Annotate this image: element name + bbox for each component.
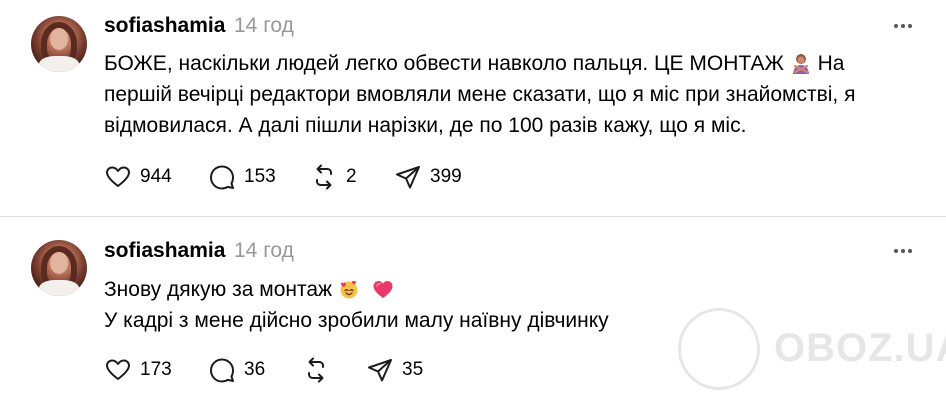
username[interactable]: sofiashamia [104, 14, 225, 38]
share-count: 399 [430, 166, 462, 187]
more-dots-icon[interactable] [891, 14, 915, 38]
comment-count: 36 [244, 359, 266, 380]
post-time: 14 год [234, 239, 294, 262]
heart-icon [106, 359, 130, 380]
like-button[interactable]: 944 [104, 163, 172, 191]
threads-feed: sofiashamia 14 год БОЖЕ, наскільки людей… [0, 0, 946, 408]
heart-icon [106, 166, 130, 187]
post-time: 14 год [234, 14, 294, 37]
post-text-line: першій вечірці редактори вмовляли мене с… [104, 83, 856, 106]
comment-bubble-icon [210, 358, 234, 383]
watermark-logo-icon [678, 308, 760, 390]
share-button[interactable]: 35 [366, 356, 423, 384]
post: sofiashamia 14 год БОЖЕ, наскільки людей… [0, 0, 946, 217]
post-text-line: відмовилася. А далі пішли нарізки, де по… [104, 114, 747, 137]
avatar[interactable] [31, 240, 87, 296]
send-icon [368, 359, 392, 382]
post-text: БОЖЕ, наскільки людей легко обвести навк… [104, 48, 904, 141]
comment-button[interactable]: 153 [208, 163, 276, 191]
share-count: 35 [402, 359, 424, 380]
repost-button[interactable]: 2 [310, 163, 357, 191]
comment-bubble-icon [210, 165, 234, 190]
post-text-line: БОЖЕ, наскільки людей легко обвести навк… [104, 52, 845, 75]
repost-count: 2 [346, 166, 357, 187]
post-divider [0, 216, 946, 217]
avatar[interactable] [31, 16, 87, 72]
like-count: 173 [140, 359, 172, 380]
heart-emoji [373, 281, 393, 298]
repost-icon [316, 164, 332, 190]
person-gesturing-no-emoji [792, 54, 809, 74]
repost-icon [308, 357, 324, 383]
share-button[interactable]: 399 [394, 163, 462, 191]
like-count: 944 [140, 166, 172, 187]
send-icon [396, 166, 420, 189]
post-text-line: Знову дякую за монтаж [104, 274, 904, 305]
like-button[interactable]: 173 [104, 356, 172, 384]
more-dots-icon[interactable] [891, 239, 915, 263]
comment-count: 153 [244, 166, 276, 187]
smiling-face-with-hearts-emoji [340, 280, 358, 299]
watermark-text: OBOZ.UA [774, 326, 946, 370]
watermark: OBOZ.UA [678, 308, 946, 392]
username[interactable]: sofiashamia [104, 239, 225, 263]
comment-button[interactable]: 36 [208, 356, 265, 384]
repost-button[interactable] [302, 356, 338, 384]
